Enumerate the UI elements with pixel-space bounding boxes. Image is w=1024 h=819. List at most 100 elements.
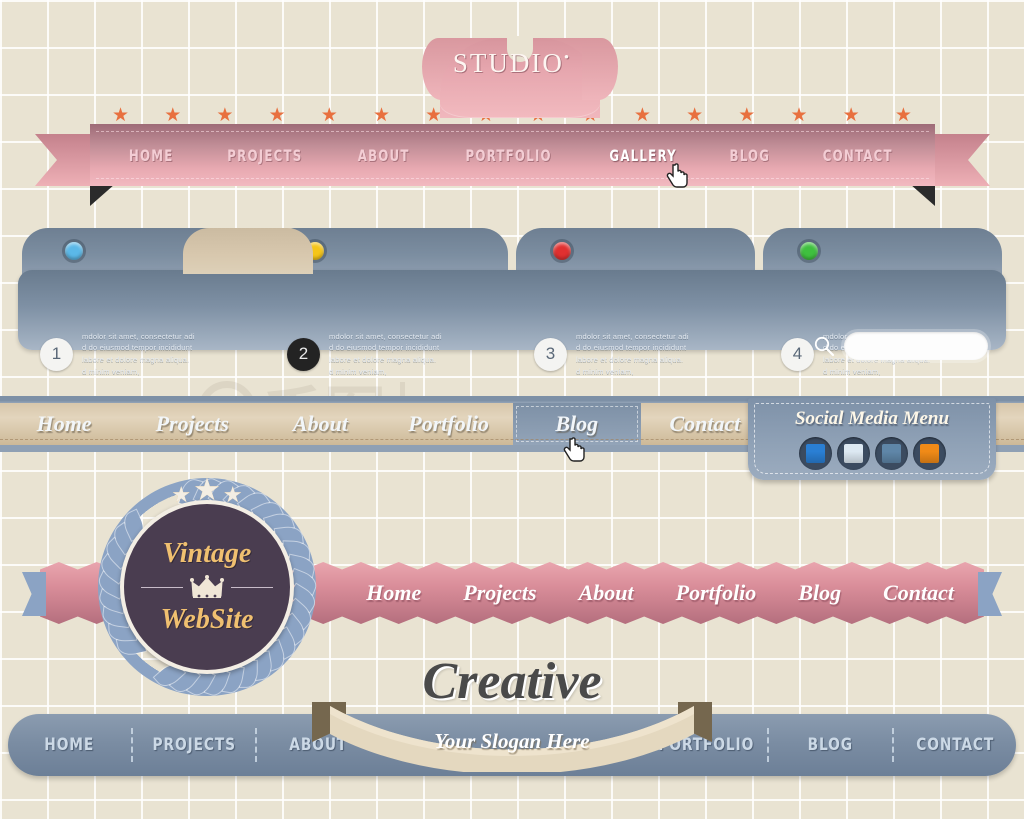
badge-star-icon: ★ <box>222 482 243 507</box>
bottom-menu-separator <box>130 728 133 762</box>
tab-item-1[interactable]: 1 mdolor sit amet, consectetur adi d do ei… <box>40 322 257 386</box>
panel-search <box>813 332 988 360</box>
facebook-icon <box>805 444 825 463</box>
studio-nav-item-about[interactable]: ABOUT <box>358 146 410 165</box>
star-icon: ★ <box>268 104 286 126</box>
tab-description: mdolor sit amet, consectetur adi d do eiu… <box>82 331 195 378</box>
pink-menu-item-home[interactable]: Home <box>366 580 421 606</box>
tab-description-line: d minim veniam, <box>329 366 387 376</box>
tab-description-line: mdolor sit amet, consectetur adi <box>82 331 195 341</box>
star-icon: ★ <box>790 104 808 126</box>
studio-nav-list: HOME PROJECTS ABOUT PORTFOLIO GALLERY BLOG CON… <box>90 124 935 186</box>
tab-description-line: d minim veniam, <box>823 366 881 376</box>
beige-menu-block: Home Projects About Portfolio Blog Contact So… <box>0 396 1024 480</box>
tab-hump-3[interactable] <box>516 228 755 274</box>
studio-title-dot: • <box>563 50 572 66</box>
studio-nav-item-home[interactable]: HOME <box>129 146 174 165</box>
twitter-icon <box>881 444 901 463</box>
ribbon-tail-right <box>930 134 990 186</box>
tab-hump-accent[interactable] <box>183 228 313 274</box>
bottom-menu-separator <box>767 728 769 762</box>
tab-description-line: d minim veniam, <box>576 366 634 376</box>
pink-menu-item-blog[interactable]: Blog <box>798 580 841 606</box>
tab-hump-4[interactable] <box>763 228 1002 274</box>
pink-ribbon-flag-right <box>978 572 1002 616</box>
badge-inner-circle: Vintage WebSite <box>120 500 294 674</box>
star-icon: ★ <box>686 104 704 126</box>
badge-divider-line-left <box>141 586 183 588</box>
search-input[interactable] <box>844 332 988 360</box>
tab-description-line: d do eiusmod tempor incididunt <box>576 343 687 353</box>
studio-nav: HOME PROJECTS ABOUT PORTFOLIO GALLERY BLOG CON… <box>90 124 935 186</box>
tab-item-2[interactable]: 2 mdolor sit amet, consectetur adi d do ei… <box>287 322 504 386</box>
twitter-icon-button[interactable] <box>874 437 908 470</box>
star-icon: ★ <box>894 104 912 126</box>
star-icon: ★ <box>112 104 130 126</box>
studio-header-block: ★★★★★★★★★★★★★★★★ STUDIO• HOMEPROJECTSABO… <box>0 20 1024 206</box>
tab-number-badge: 1 <box>40 337 73 371</box>
bottom-menu-item-blog[interactable]: BLOG <box>775 735 885 755</box>
social-icon-row <box>748 437 996 470</box>
pink-menu-item-portfolio[interactable]: Portfolio <box>676 580 757 606</box>
tab-panel-body: 1 mdolor sit amet, consectetur adi d do ei… <box>18 270 1006 376</box>
tab-description-line: labore et dolore magna aliqua. <box>82 355 190 364</box>
badge-star-icon: ★ <box>193 472 221 507</box>
studio-title-text: STUDIO <box>452 48 564 78</box>
studio-nav-item-gallery[interactable]: GALLERY <box>609 146 676 165</box>
pink-menu-item-projects[interactable]: Projects <box>463 580 536 606</box>
tab-description-line: d minim veniam, <box>82 366 140 376</box>
badge-bottom-text: WebSite <box>160 604 254 635</box>
star-icon: ★ <box>372 104 390 126</box>
star-icon: ★ <box>633 104 651 126</box>
badge-star-icon: ★ <box>171 482 192 507</box>
tab-description: mdolor sit amet, consectetur adi d do eiu… <box>329 331 442 378</box>
tab-description: mdolor sit amet, consectetur adi d do eiu… <box>576 331 689 378</box>
star-icon: ★ <box>320 104 338 126</box>
badge-divider <box>141 575 273 599</box>
studio-title: STUDIO• <box>0 48 1024 79</box>
slogan-text: Your Slogan Here <box>434 729 590 753</box>
ribbon-stitch-bottom <box>96 178 929 179</box>
numbered-tab-panel: 1 mdolor sit amet, consectetur adi d do ei… <box>18 228 1006 376</box>
studio-nav-item-contact[interactable]: CONTACT <box>823 146 893 165</box>
tab-description-line: d do eiusmod tempor incididunt <box>82 343 193 353</box>
slogan-banner: Your Slogan Here <box>312 700 712 772</box>
ribbon-tail-left <box>35 134 95 186</box>
tab-item-3[interactable]: 3 mdolor sit amet, consectetur adi d do ei… <box>534 322 751 386</box>
studio-nav-item-blog[interactable]: BLOG <box>729 146 770 165</box>
facebook-icon-button[interactable] <box>798 437 832 470</box>
pink-menu-item-about[interactable]: About <box>579 580 634 606</box>
tab-number-badge: 4 <box>781 337 814 371</box>
tab-description-line: mdolor sit amet, consectetur adi <box>329 331 442 341</box>
ribbon-stitch-top <box>96 131 929 132</box>
star-icon: ★ <box>164 104 182 126</box>
bottom-menu-separator <box>891 728 894 762</box>
rss-icon <box>843 444 863 463</box>
green-led <box>800 242 818 260</box>
tab-description-line: labore et dolore magna aliqua. <box>329 355 437 364</box>
star-icon: ★ <box>216 104 234 126</box>
studio-nav-item-portfolio[interactable]: PORTFOLIO <box>465 146 551 165</box>
social-panel-title: Social Media Menu <box>794 408 950 429</box>
pink-menu-item-contact[interactable]: Contact <box>883 580 954 606</box>
badge-divider-line-right <box>231 586 273 588</box>
feed-icon-button[interactable] <box>912 437 946 470</box>
studio-ribbon: HOME PROJECTS ABOUT PORTFOLIO GALLERY BLOG CON… <box>35 124 990 206</box>
tab-number-badge: 2 <box>287 337 320 371</box>
star-icon: ★ <box>842 104 860 126</box>
bottom-menu-item-projects[interactable]: PROJECTS <box>139 735 249 755</box>
tab-description-line: d do eiusmod tempor incididunt <box>329 343 440 353</box>
rss-icon-button[interactable] <box>836 437 870 470</box>
blue-led <box>65 242 83 260</box>
badge-star-row: ★ ★ ★ <box>171 472 242 508</box>
pink-ribbon-flag-left <box>22 572 46 616</box>
badge-top-text: Vintage <box>162 538 252 569</box>
search-icon <box>814 336 835 357</box>
bottom-menu-item-home[interactable]: HOME <box>14 735 124 755</box>
studio-nav-item-projects[interactable]: PROJECTS <box>228 146 303 165</box>
bottom-menu-separator <box>255 728 257 762</box>
crown-icon <box>190 575 224 598</box>
tab-description-line: labore et dolore magna aliqua. <box>576 355 684 364</box>
ribbon-fold-left <box>90 184 115 206</box>
bottom-menu-item-contact[interactable]: CONTACT <box>900 735 1010 755</box>
